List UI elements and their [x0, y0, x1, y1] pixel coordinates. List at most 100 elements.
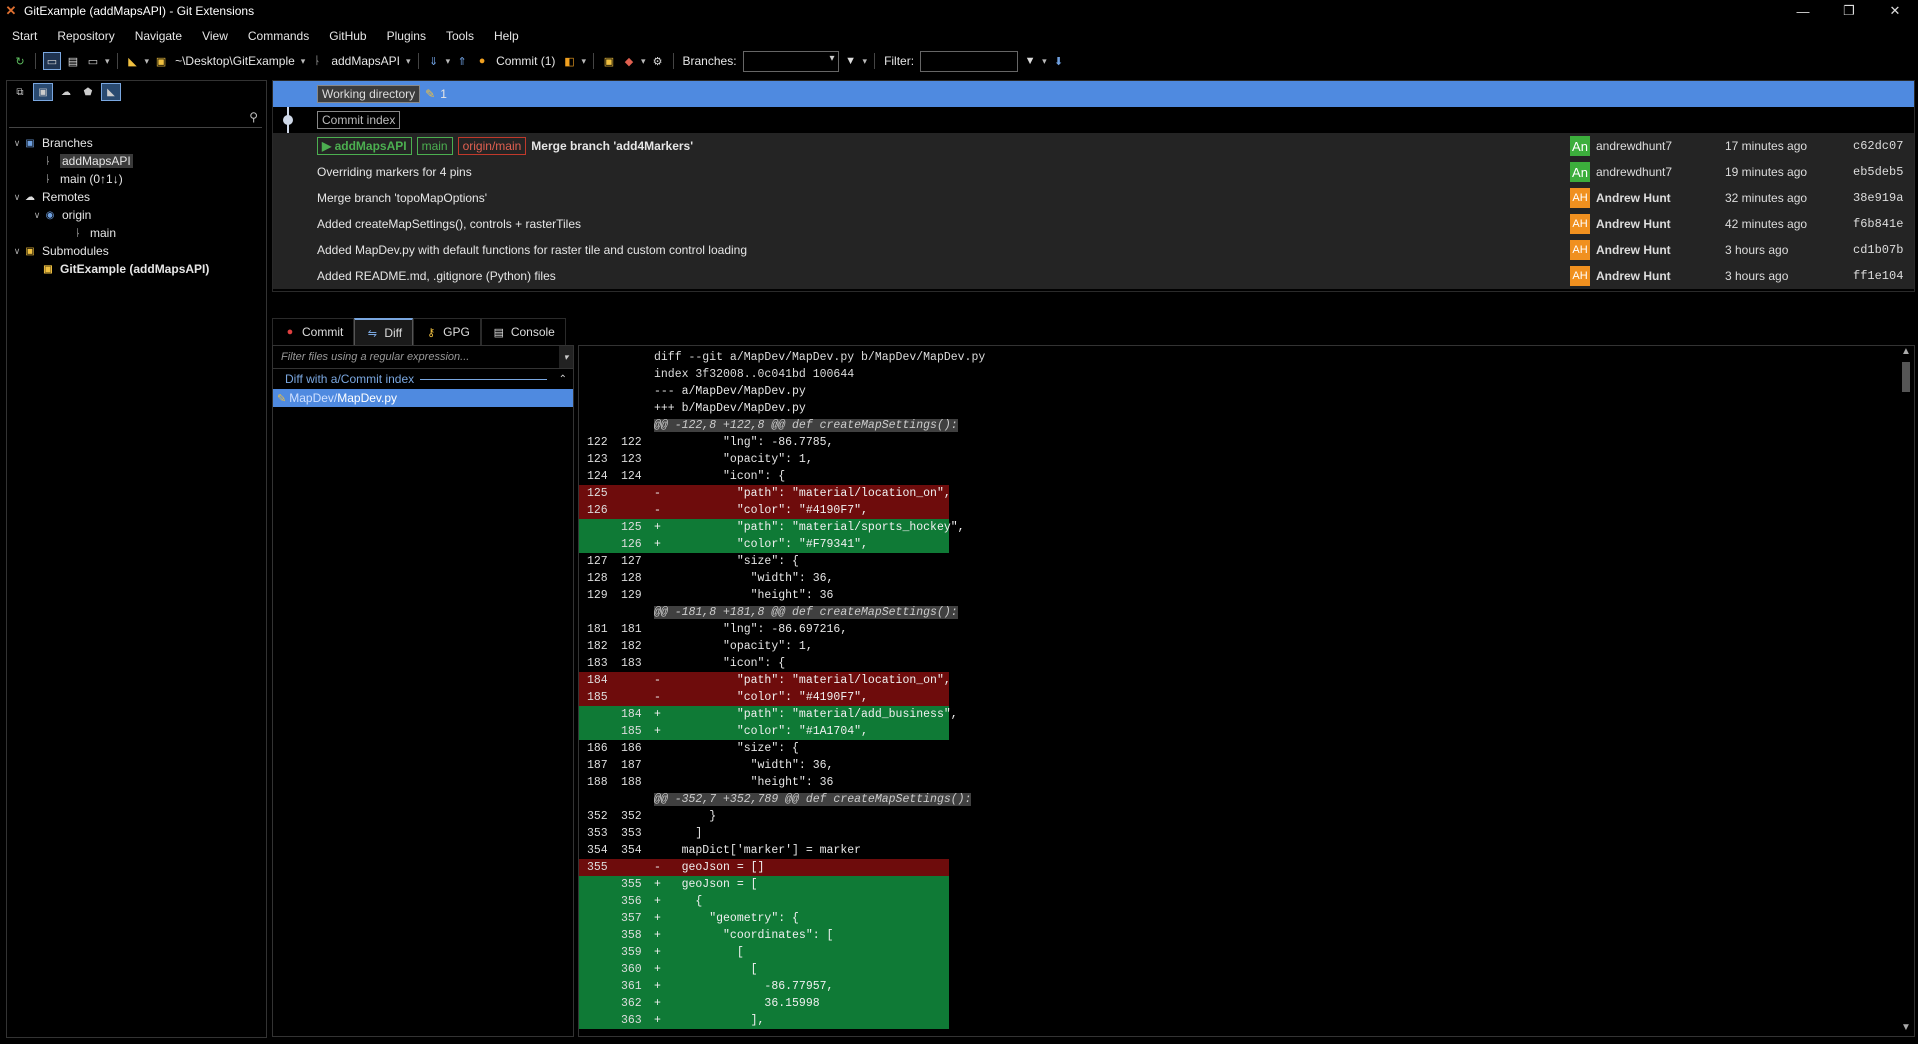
graph-row-commit[interactable]: Overriding markers for 4 pins An andrewd…: [273, 159, 1914, 185]
chevron-down-icon[interactable]: ▾: [145, 56, 150, 67]
avatar: AH: [1570, 188, 1590, 208]
search-icon[interactable]: ⚲: [249, 110, 258, 124]
graph-row-commit[interactable]: Added MapDev.py with default functions f…: [273, 237, 1914, 263]
chevron-down-icon[interactable]: ▾: [446, 56, 451, 67]
scroll-down-icon[interactable]: ▼: [1898, 1022, 1914, 1036]
git-icon[interactable]: ◆: [621, 53, 637, 69]
diff-scrollbar[interactable]: ▲ ▼: [1898, 346, 1914, 1036]
commit-button[interactable]: Commit (1): [496, 54, 555, 68]
push-icon[interactable]: ⇑: [454, 53, 470, 69]
submodules-tab-icon[interactable]: ◣: [101, 83, 121, 101]
remotes-tab-icon[interactable]: ☁: [57, 84, 75, 100]
chevron-down-icon[interactable]: ▾: [1042, 56, 1047, 67]
pencil-icon: ✎: [277, 392, 287, 405]
branches-dropdown[interactable]: [742, 50, 839, 72]
chevron-down-icon[interactable]: ∨: [11, 138, 23, 149]
scroll-thumb[interactable]: [1902, 362, 1910, 392]
tab-diff[interactable]: ⇋ Diff: [354, 318, 414, 346]
left-search-box[interactable]: ⚲: [9, 107, 262, 128]
open-folder-icon[interactable]: ▣: [601, 53, 617, 69]
new-line-number: 354: [621, 844, 642, 857]
repo-path[interactable]: ~\Desktop\GitExample: [175, 54, 295, 68]
old-line-number: 182: [587, 640, 608, 653]
menu-plugins[interactable]: Plugins: [375, 29, 434, 43]
layout-commit-info-icon[interactable]: ▤: [65, 53, 81, 69]
chevron-down-icon[interactable]: ▾: [559, 346, 573, 368]
filter-options-icon[interactable]: ▼: [1022, 53, 1038, 69]
changed-file-item[interactable]: ✎ MapDev/ MapDev.py: [273, 389, 573, 407]
diff-group-header[interactable]: Diff with a/Commit index ⌃: [273, 369, 573, 389]
branch-ref-badge: ▶ addMapsAPI: [317, 137, 412, 155]
restore-button[interactable]: ❐: [1826, 0, 1872, 22]
layout-diff-icon[interactable]: ▭: [85, 53, 101, 69]
refresh-icon[interactable]: ↻: [12, 53, 28, 69]
menu-tools[interactable]: Tools: [434, 29, 482, 43]
stash-icon[interactable]: ◧: [561, 53, 577, 69]
tree-branch-addmapsapi[interactable]: ᚿ addMapsAPI: [7, 152, 266, 170]
current-branch[interactable]: addMapsAPI: [331, 54, 400, 68]
pull-icon[interactable]: ⇓: [426, 53, 442, 69]
diff-line-added: 362 + 36.15998: [579, 995, 949, 1012]
new-line-number: 182: [621, 640, 642, 653]
scroll-up-icon[interactable]: ▲: [1898, 346, 1914, 360]
chevron-down-icon[interactable]: ▾: [301, 56, 306, 67]
settings-gear-icon[interactable]: ⚙: [650, 53, 666, 69]
tree-remotes[interactable]: ∨ ☁ Remotes: [7, 188, 266, 206]
tree-branches[interactable]: ∨ ▣ Branches: [7, 134, 266, 152]
chevron-down-icon[interactable]: ▾: [406, 56, 411, 67]
chevron-down-icon[interactable]: ∨: [31, 210, 43, 221]
tree-remote-origin[interactable]: ∨ ◉ origin: [7, 206, 266, 224]
diff-code: @@ -122,8 +122,8 @@ def createMapSetting…: [654, 419, 958, 432]
diff-code: + ],: [654, 1014, 765, 1027]
diff-code: - "path": "material/location_on",: [654, 487, 951, 500]
avatar: AH: [1570, 214, 1590, 234]
menu-github[interactable]: GitHub: [317, 29, 374, 43]
chevron-up-icon[interactable]: ⌃: [559, 374, 567, 385]
graph-row-commit[interactable]: Added createMapSettings(), controls + ra…: [273, 211, 1914, 237]
branches-tab-icon[interactable]: ▣: [33, 83, 53, 101]
tab-commit[interactable]: ● Commit: [272, 318, 355, 345]
graph-row-commit[interactable]: ▶ addMapsAPI main origin/main Merge bran…: [273, 133, 1914, 159]
menu-repository[interactable]: Repository: [45, 29, 122, 43]
commit-message: Added README.md, .gitignore (Python) fil…: [317, 269, 556, 283]
minimize-button[interactable]: —: [1780, 0, 1826, 22]
tab-console[interactable]: ▤ Console: [480, 318, 566, 345]
chevron-down-icon[interactable]: ∨: [11, 192, 23, 203]
tree-submodule-item[interactable]: ▣ GitExample (addMapsAPI): [7, 260, 266, 278]
tree-branch-main[interactable]: ᚿ main (0↑1↓): [7, 170, 266, 188]
graph-row-commit-index[interactable]: Commit index: [273, 107, 1914, 133]
collapse-all-icon[interactable]: ⧉: [11, 84, 29, 100]
menu-view[interactable]: View: [190, 29, 236, 43]
chevron-down-icon[interactable]: ▾: [641, 56, 646, 67]
layout-left-panel-icon[interactable]: ▭: [43, 52, 61, 70]
menu-help[interactable]: Help: [482, 29, 527, 43]
menu-start[interactable]: Start: [0, 29, 45, 43]
old-line-number: 186: [587, 742, 608, 755]
diff-line-removed: 355 - geoJson = []: [579, 859, 949, 876]
diff-code: --- a/MapDev/MapDev.py: [654, 385, 806, 398]
commit-icon[interactable]: ●: [474, 53, 490, 69]
tree-submodules[interactable]: ∨ ▣ Submodules: [7, 242, 266, 260]
tab-gpg[interactable]: ⚷ GPG: [413, 318, 481, 345]
graph-row-commit[interactable]: Merge branch 'topoMapOptions' AH Andrew …: [273, 185, 1914, 211]
repository-menu-icon[interactable]: ◣: [125, 53, 141, 69]
file-filter-input[interactable]: Filter files using a regular expression.…: [273, 346, 573, 369]
show-first-parent-icon[interactable]: ⬇: [1051, 53, 1067, 69]
new-line-number: 357: [621, 912, 642, 925]
tree-remote-branch-main[interactable]: ᚿ main: [7, 224, 266, 242]
filter-icon[interactable]: ▼: [843, 53, 859, 69]
branch-icon: ᚿ: [45, 173, 51, 185]
chevron-down-icon[interactable]: ▾: [581, 56, 586, 67]
chevron-down-icon[interactable]: ▾: [863, 56, 868, 67]
menu-navigate[interactable]: Navigate: [123, 29, 190, 43]
graph-row-working-directory[interactable]: Working directory ✎ 1: [273, 81, 1914, 107]
graph-row-commit[interactable]: Added README.md, .gitignore (Python) fil…: [273, 263, 1914, 289]
close-button[interactable]: ✕: [1872, 0, 1918, 22]
chevron-down-icon[interactable]: ▾: [105, 56, 110, 67]
new-line-number: 122: [621, 436, 642, 449]
menu-commands[interactable]: Commands: [236, 29, 317, 43]
tags-tab-icon[interactable]: ⬟: [79, 84, 97, 100]
avatar: AH: [1570, 266, 1590, 286]
filter-input[interactable]: [920, 50, 1019, 72]
chevron-down-icon[interactable]: ∨: [11, 246, 23, 257]
